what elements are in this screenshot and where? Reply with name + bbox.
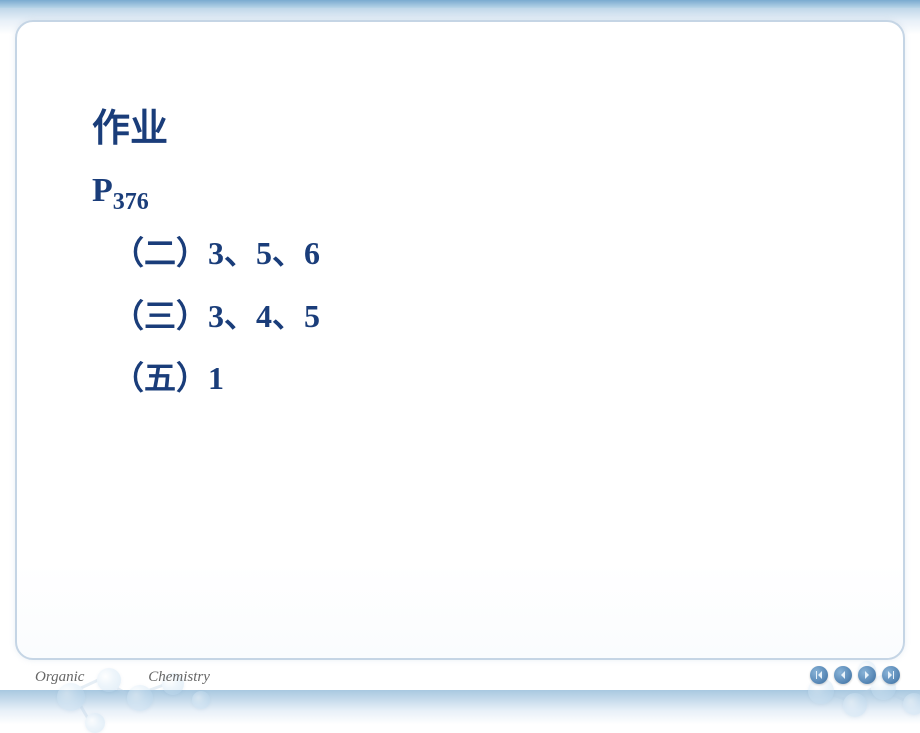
next-slide-button[interactable] bbox=[858, 666, 876, 684]
section-label: （二） bbox=[112, 235, 208, 271]
next-icon bbox=[862, 670, 872, 680]
first-slide-button[interactable] bbox=[810, 666, 828, 684]
slide-content: 作业 P376 （二）3、5、6 （三）3、4、5 （五）1 bbox=[92, 97, 853, 419]
problem-numbers: 1 bbox=[208, 360, 224, 396]
slide-frame: 作业 P376 （二）3、5、6 （三）3、4、5 （五）1 bbox=[15, 20, 905, 660]
assignment-line-2: （三）3、4、5 bbox=[112, 294, 853, 339]
prev-slide-button[interactable] bbox=[834, 666, 852, 684]
last-slide-button[interactable] bbox=[882, 666, 900, 684]
homework-title: 作业 bbox=[92, 97, 853, 152]
assignment-line-1: （二）3、5、6 bbox=[112, 231, 853, 276]
nav-buttons bbox=[810, 666, 900, 684]
section-label: （五） bbox=[112, 360, 208, 396]
footer-organic: Organic bbox=[35, 669, 84, 685]
skip-first-icon bbox=[814, 670, 824, 680]
footer-text: Organic Chemistry bbox=[35, 669, 210, 686]
page-letter: P bbox=[92, 172, 113, 209]
section-label: （三） bbox=[112, 298, 208, 334]
prev-icon bbox=[838, 670, 848, 680]
skip-last-icon bbox=[886, 670, 896, 680]
assignment-line-3: （五）1 bbox=[112, 356, 853, 401]
page-reference: P376 bbox=[92, 172, 853, 216]
problem-numbers: 3、5、6 bbox=[208, 235, 320, 271]
page-number: 376 bbox=[113, 189, 149, 215]
molecule-decoration bbox=[17, 558, 903, 658]
footer-chemistry: Chemistry bbox=[148, 669, 210, 685]
problem-numbers: 3、4、5 bbox=[208, 298, 320, 334]
window-title-bar bbox=[0, 0, 920, 8]
